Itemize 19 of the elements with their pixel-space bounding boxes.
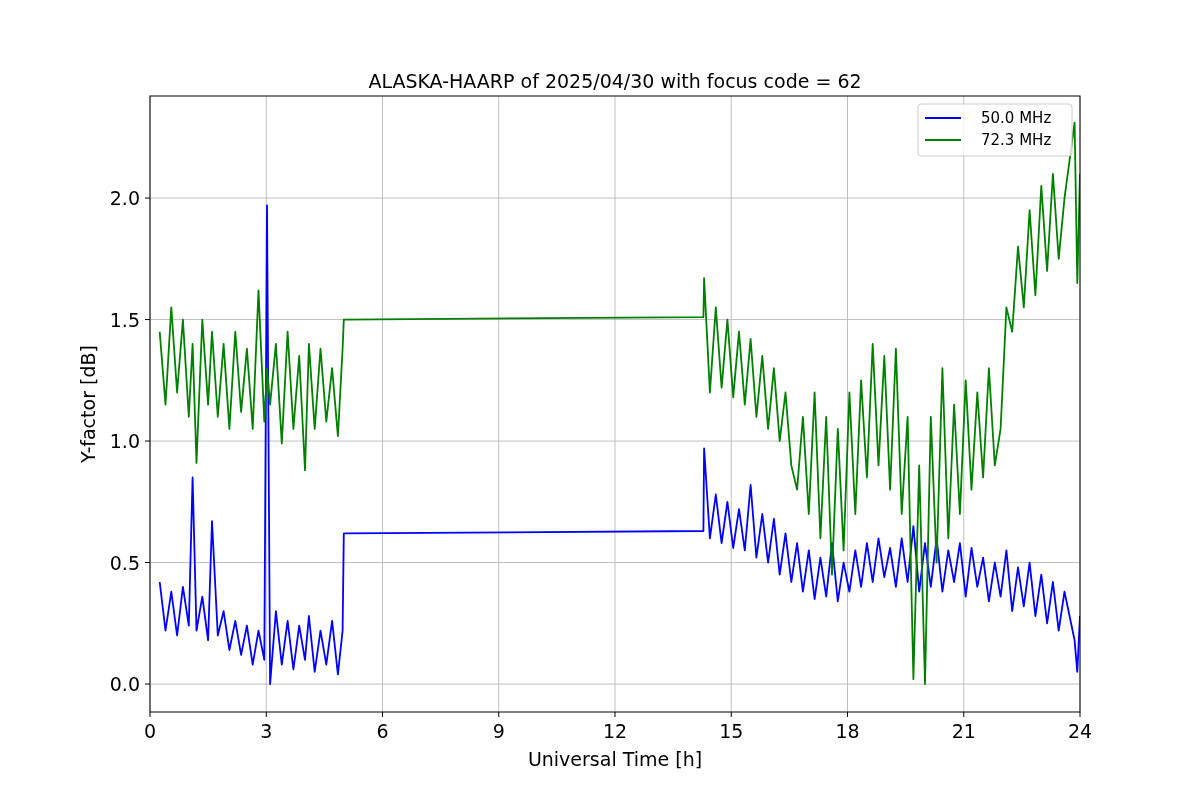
x-tick-label: 6 <box>376 720 389 742</box>
y-tick-label: 1.0 <box>109 430 140 453</box>
legend-label: 50.0 MHz <box>981 109 1052 127</box>
y-tick-label: 1.5 <box>109 308 140 331</box>
legend-label: 72.3 MHz <box>981 131 1052 149</box>
x-tick-label: 21 <box>951 720 976 742</box>
y-tick-label: 0.5 <box>109 551 140 574</box>
x-axis-label: Universal Time [h] <box>527 748 703 770</box>
y-tick-label: 2.0 <box>109 187 140 210</box>
x-tick-label: 9 <box>492 720 505 742</box>
y-axis-label: Y-factor [dB] <box>77 345 99 463</box>
x-tick-label: 18 <box>835 720 860 742</box>
x-tick-label: 3 <box>260 720 273 742</box>
x-tick-label: 15 <box>719 720 744 742</box>
x-tick-label: 12 <box>602 720 628 742</box>
chart-title: ALASKA-HAARP of 2025/04/30 with focus code = 62 <box>368 70 862 92</box>
x-tick-label: 24 <box>1067 720 1093 742</box>
y-tick-label: 0.0 <box>109 673 140 696</box>
x-tick-label: 0 <box>143 720 157 742</box>
